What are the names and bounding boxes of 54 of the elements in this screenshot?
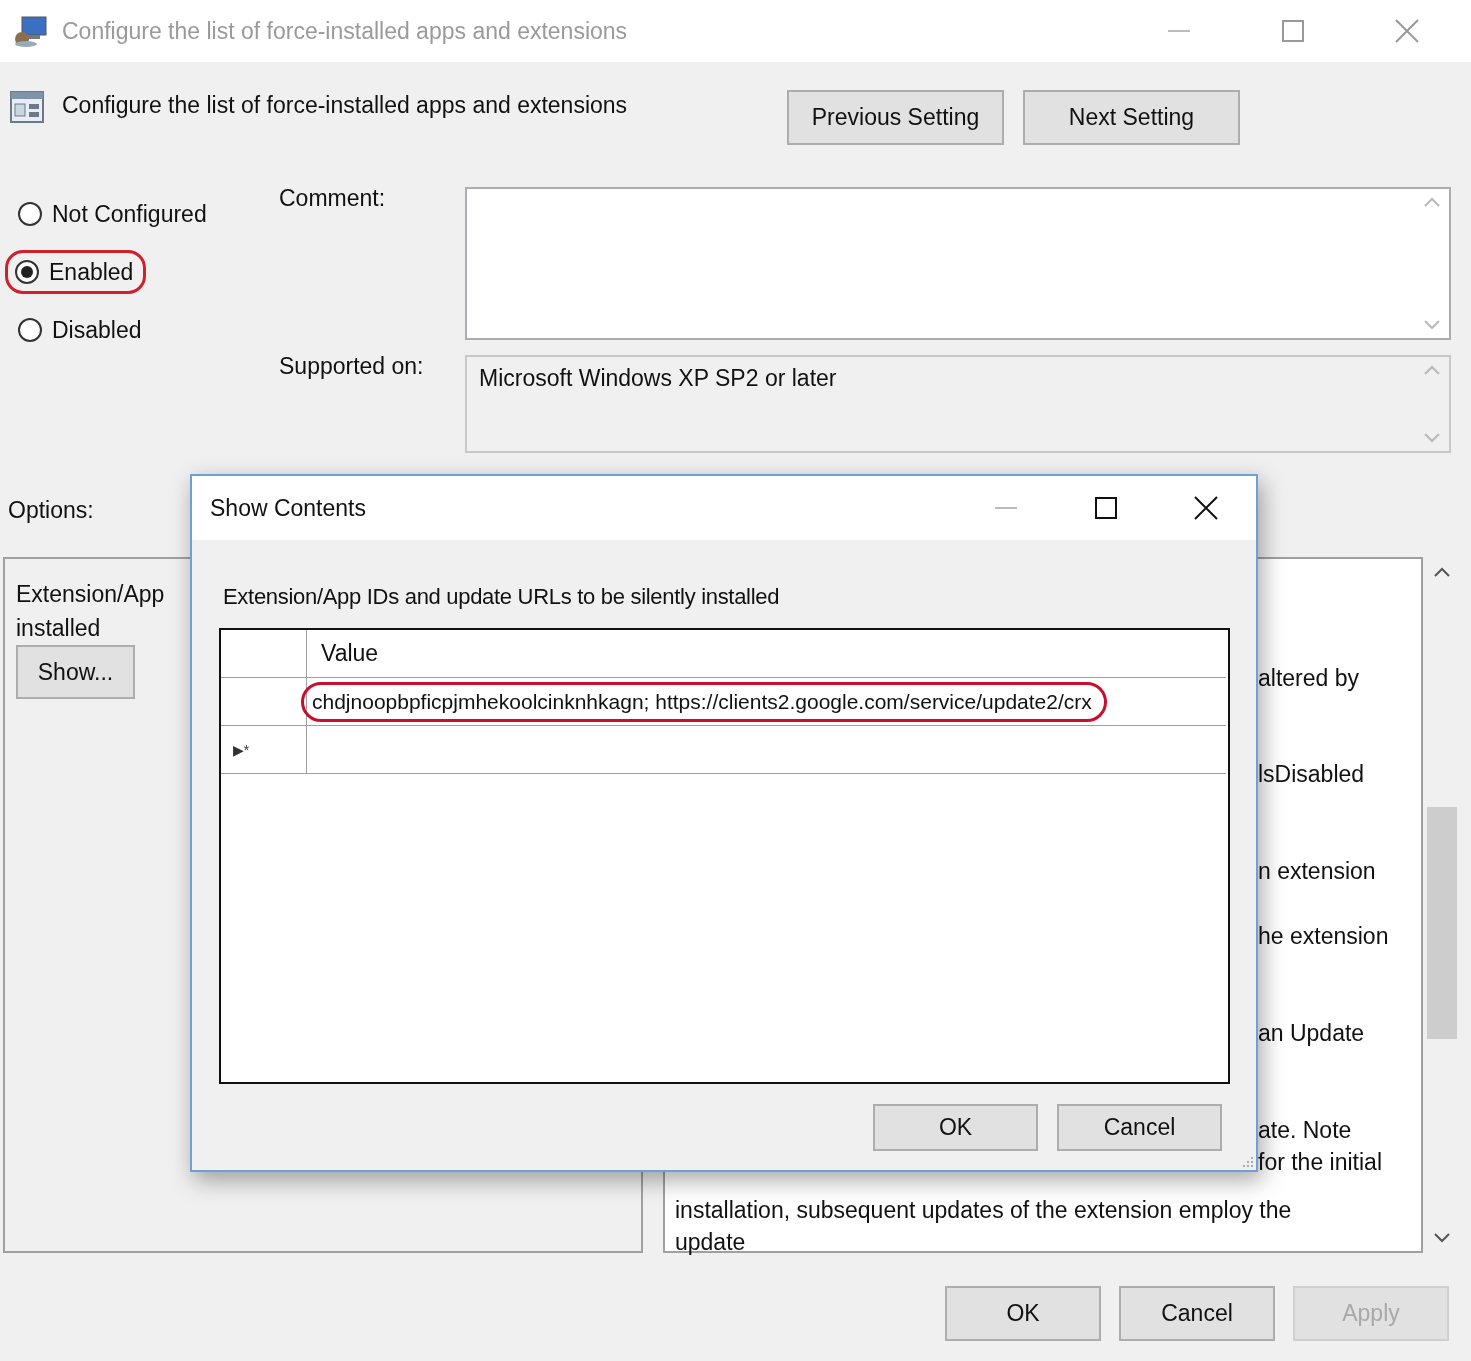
cancel-button[interactable]: Cancel	[1119, 1286, 1275, 1341]
supported-on-label: Supported on:	[279, 353, 425, 380]
help-text: update	[675, 1228, 746, 1257]
comment-field[interactable]	[465, 187, 1451, 340]
comment-label: Comment:	[279, 185, 387, 212]
chevron-up-icon	[1434, 567, 1450, 577]
minimize-icon	[995, 506, 1017, 510]
help-text: for the initial	[1258, 1148, 1382, 1177]
column-header[interactable]: Value	[307, 640, 1226, 667]
setting-title: Configure the list of force-installed apps and extensions	[62, 92, 629, 119]
chevron-down-icon	[1424, 433, 1440, 443]
help-text: lsDisabled	[1258, 760, 1365, 789]
radio-option[interactable]: Disabled	[15, 308, 155, 352]
close-icon	[1194, 496, 1218, 520]
minimize-icon	[1168, 29, 1190, 33]
radio-label: Disabled	[52, 316, 142, 344]
highlighted-radio-option[interactable]: Enabled	[5, 250, 147, 294]
help-text: installation, subsequent updates of the extension employ the	[675, 1196, 1292, 1225]
help-text: n extension	[1258, 857, 1376, 886]
show-button[interactable]: Show...	[16, 645, 135, 699]
option-text: Extension/App	[16, 580, 165, 609]
cancel-button[interactable]: Cancel	[1057, 1104, 1222, 1151]
maximize-icon	[1095, 497, 1117, 519]
next-setting-button[interactable]: Next Setting	[1023, 90, 1240, 145]
help-text: he extension	[1258, 922, 1389, 951]
radio-label: Enabled	[49, 258, 134, 286]
chevron-up-icon	[1424, 365, 1440, 375]
close-icon	[1395, 19, 1419, 43]
chevron-up-icon	[1424, 197, 1440, 207]
radio-button[interactable]	[18, 318, 42, 342]
options-label: Options:	[8, 497, 94, 525]
dialog-title: Show Contents	[210, 494, 367, 522]
computer-icon	[14, 15, 48, 47]
radio-label: Not Configured	[52, 200, 207, 228]
maximize-icon	[1282, 20, 1304, 42]
ok-button[interactable]: OK	[945, 1286, 1101, 1341]
dialog-caption: Extension/App IDs and update URLs to be silently installed	[223, 584, 780, 611]
window-title: Configure the list of force-installed apps and extensions	[62, 17, 629, 45]
supported-on-field: Microsoft Windows XP SP2 or later	[465, 355, 1451, 453]
ok-button[interactable]: OK	[873, 1104, 1038, 1151]
previous-setting-button[interactable]: Previous Setting	[787, 90, 1004, 145]
radio-button[interactable]	[18, 202, 42, 226]
chevron-down-icon	[1434, 1233, 1450, 1243]
help-text: ate. Note	[1258, 1116, 1352, 1145]
option-text: installed	[16, 614, 101, 643]
help-text: altered by	[1258, 664, 1359, 693]
chevron-down-icon	[1424, 320, 1440, 330]
policy-icon	[10, 90, 44, 124]
scrollbar-thumb[interactable]	[1427, 807, 1457, 1039]
radio-button[interactable]	[15, 260, 39, 284]
help-text: an Update	[1258, 1019, 1365, 1048]
new-row-marker: ▶*	[233, 741, 250, 758]
radio-option[interactable]: Not Configured	[15, 192, 220, 236]
table-cell[interactable]: chdjnoopbpficpjmhekoolcinknhkagn; https://clients2.google.com/service/update2/crx	[301, 681, 1107, 722]
